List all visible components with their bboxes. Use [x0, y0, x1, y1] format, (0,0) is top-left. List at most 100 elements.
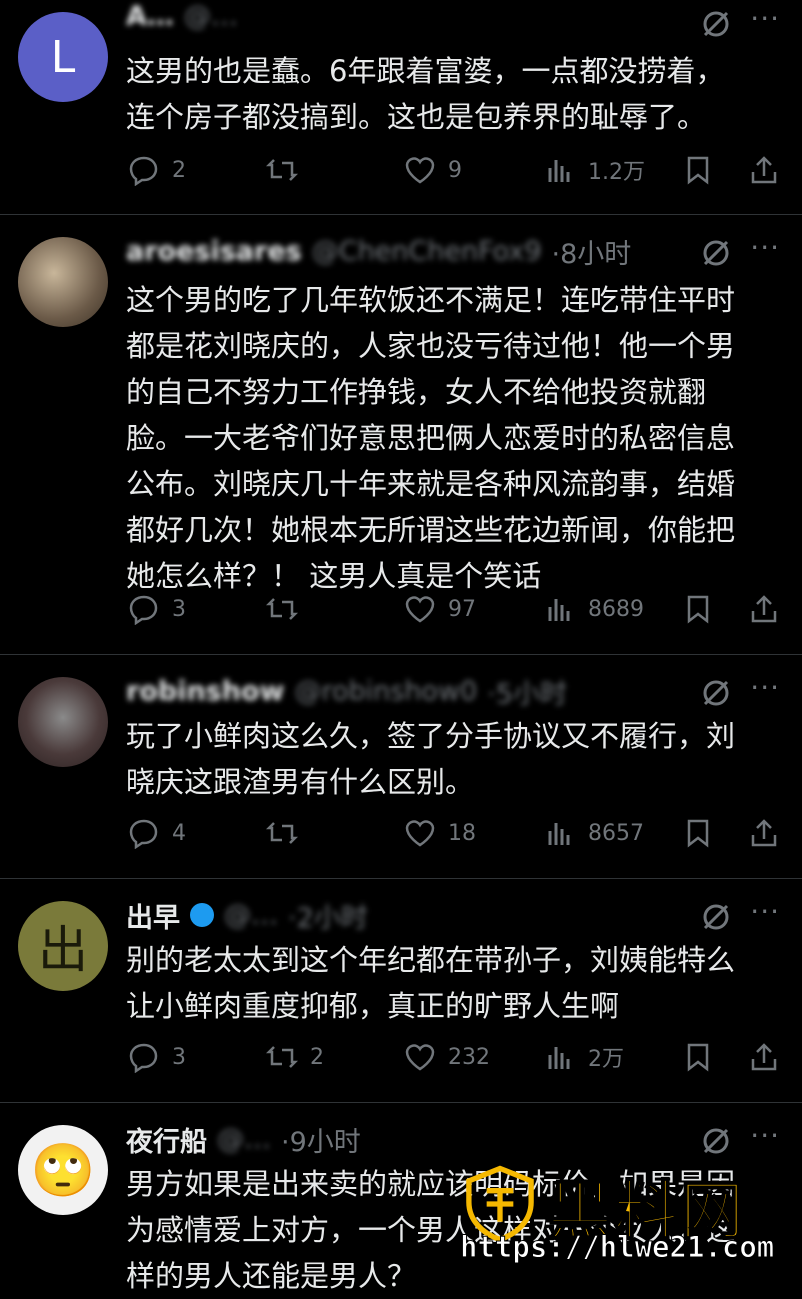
- heart-icon: [405, 820, 435, 847]
- share-button[interactable]: [748, 589, 780, 629]
- more-options-icon[interactable]: ···: [750, 671, 780, 704]
- tweet-text: 别的老太太到这个年纪都在带孙子，刘姨能特么 让小鲜肉重度抑郁，真正的旷野人生啊: [126, 943, 736, 1023]
- views-button[interactable]: 8689: [544, 589, 644, 629]
- bookmark-button[interactable]: [682, 589, 714, 629]
- tweet-actions: 2 9 1.2万: [0, 150, 802, 190]
- tweet-time[interactable]: ·5小时: [487, 672, 567, 711]
- repost-icon: [266, 159, 298, 181]
- avatar[interactable]: [18, 237, 108, 327]
- reply-button[interactable]: 3: [128, 589, 186, 629]
- tweet[interactable]: 出 出早 @… ·2小时 ··· 别的老太太到这个年纪都在带孙子，刘姨能特么 让…: [0, 878, 802, 1103]
- tweet-time[interactable]: ·8小时: [552, 232, 632, 271]
- bookmark-button[interactable]: [682, 813, 714, 853]
- repost-button[interactable]: [266, 589, 310, 629]
- repost-button[interactable]: [266, 813, 310, 853]
- author-handle[interactable]: @ChenChenFox9: [312, 236, 542, 267]
- repost-icon: [266, 1046, 298, 1068]
- repost-button[interactable]: [266, 150, 310, 190]
- share-button[interactable]: [748, 150, 780, 190]
- author-name[interactable]: 出早: [126, 896, 180, 935]
- like-button[interactable]: 9: [404, 150, 462, 190]
- tweet-time[interactable]: ·2小时: [288, 896, 368, 935]
- avatar-letter: L: [50, 31, 76, 83]
- heart-icon: [405, 1044, 435, 1071]
- reply-button[interactable]: 4: [128, 813, 186, 853]
- tweet-header: 夜行船 @… ·9小时: [126, 1119, 361, 1159]
- bookmark-button[interactable]: [682, 150, 714, 190]
- author-name[interactable]: 夜行船: [126, 1120, 207, 1159]
- grok-icon[interactable]: [700, 8, 732, 40]
- share-icon: [751, 595, 777, 623]
- avatar-glyph: 出: [38, 921, 88, 979]
- reply-icon: [129, 156, 158, 186]
- share-icon: [751, 1043, 777, 1071]
- tweet-header: aroesisares @ChenChenFox9 ·8小时: [126, 231, 631, 271]
- reply-icon: [129, 595, 158, 625]
- views-button[interactable]: 8657: [544, 813, 644, 853]
- share-icon: [751, 156, 777, 184]
- like-button[interactable]: 232: [404, 1037, 490, 1077]
- author-name[interactable]: robinshow: [126, 676, 284, 707]
- bookmark-button[interactable]: [682, 1037, 714, 1077]
- verified-badge-icon: [190, 903, 214, 927]
- tweet-text: 玩了小鲜肉这么久，签了分手协议又不履行，刘 晓庆这跟渣男有什么区别。: [126, 719, 736, 799]
- tweet-header: robinshow @robinshow0 ·5小时: [126, 671, 567, 711]
- like-button[interactable]: 97: [404, 589, 476, 629]
- author-name[interactable]: aroesisares: [126, 236, 302, 267]
- watermark-url: https://hlwe21.com: [459, 1230, 775, 1265]
- avatar[interactable]: 🙄: [18, 1125, 108, 1215]
- repost-button[interactable]: 2: [266, 1037, 324, 1077]
- views-button[interactable]: 1.2万: [544, 150, 645, 190]
- heart-icon: [405, 157, 435, 184]
- share-button[interactable]: [748, 1037, 780, 1077]
- views-icon: [548, 1047, 570, 1069]
- tweet-header: A… @…: [126, 0, 238, 36]
- views-icon: [548, 160, 570, 182]
- grok-icon[interactable]: [700, 237, 732, 269]
- tweet[interactable]: aroesisares @ChenChenFox9 ·8小时 ··· 这个男的吃…: [0, 214, 802, 655]
- tweet-header: 出早 @… ·2小时: [126, 895, 368, 935]
- tweet[interactable]: robinshow @robinshow0 ·5小时 ··· 玩了小鲜肉这么久，…: [0, 654, 802, 879]
- views-icon: [548, 599, 570, 621]
- more-options-icon[interactable]: ···: [750, 1119, 780, 1152]
- author-handle[interactable]: @…: [224, 900, 278, 931]
- tweet-text: 这个男的吃了几年软饭还不满足！连吃带住平时 都是花刘晓庆的，人家也没亏待过他！他…: [126, 283, 736, 593]
- avatar[interactable]: 出: [18, 901, 108, 991]
- watermark: 黑料网 https://hlwe21.com: [440, 1160, 802, 1280]
- repost-icon: [266, 822, 298, 844]
- rolling-eyes-emoji-icon: 🙄: [30, 1140, 96, 1201]
- bookmark-icon: [687, 819, 709, 848]
- views-button[interactable]: 2万: [544, 1037, 624, 1077]
- author-handle[interactable]: @robinshow0: [294, 676, 477, 707]
- tweet[interactable]: L A… @… ··· 这男的也是蠢。6年跟着富婆，一点都没捞着， 连个房子都没…: [0, 0, 802, 210]
- grok-icon[interactable]: [700, 1125, 732, 1157]
- reply-icon: [129, 819, 158, 849]
- heart-icon: [405, 596, 435, 623]
- repost-icon: [266, 598, 298, 620]
- reply-button[interactable]: 3: [128, 1037, 186, 1077]
- share-icon: [751, 819, 777, 847]
- like-button[interactable]: 18: [404, 813, 476, 853]
- author-name[interactable]: A…: [126, 1, 174, 32]
- reply-icon: [129, 1043, 158, 1073]
- tweet-time[interactable]: ·9小时: [281, 1120, 361, 1159]
- author-handle[interactable]: @…: [184, 1, 238, 32]
- share-button[interactable]: [748, 813, 780, 853]
- reply-button[interactable]: 2: [128, 150, 186, 190]
- grok-icon[interactable]: [700, 677, 732, 709]
- bookmark-icon: [687, 1043, 709, 1072]
- avatar[interactable]: L: [18, 12, 108, 102]
- tweet-actions: 4 18 8657: [0, 813, 802, 853]
- tweet-text: 这男的也是蠢。6年跟着富婆，一点都没捞着， 连个房子都没搞到。这也是包养界的耻辱…: [126, 54, 725, 134]
- bookmark-icon: [687, 156, 709, 185]
- more-options-icon[interactable]: ···: [750, 895, 780, 928]
- grok-icon[interactable]: [700, 901, 732, 933]
- author-handle[interactable]: @…: [217, 1124, 271, 1155]
- tweet-actions: 3 97 8689: [0, 589, 802, 629]
- bookmark-icon: [687, 595, 709, 624]
- tweet-actions: 3 2 232 2万: [0, 1037, 802, 1077]
- more-options-icon[interactable]: ···: [750, 2, 780, 35]
- views-icon: [548, 823, 570, 845]
- more-options-icon[interactable]: ···: [750, 231, 780, 264]
- avatar[interactable]: [18, 677, 108, 767]
